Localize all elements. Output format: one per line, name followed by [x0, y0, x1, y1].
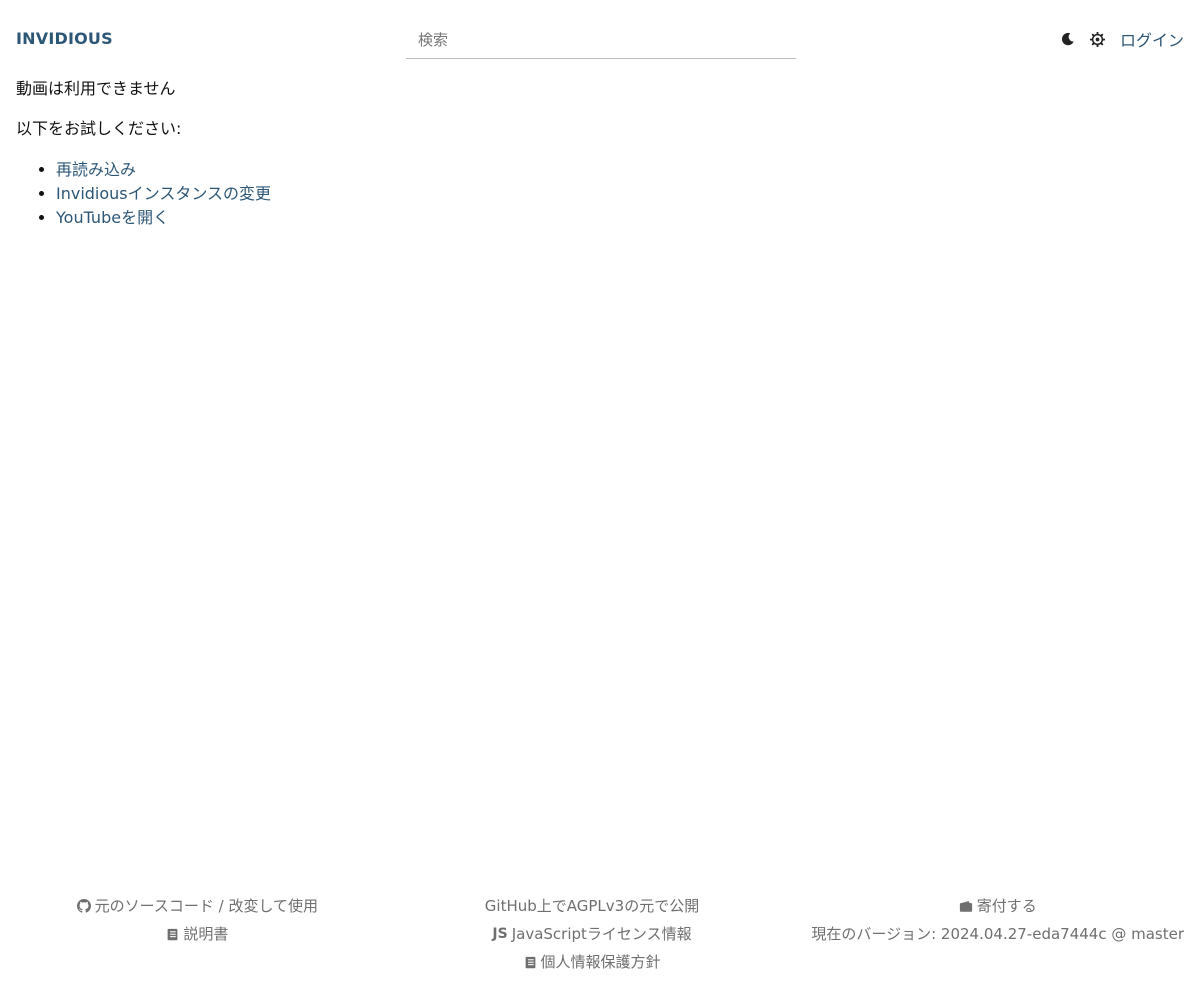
github-icon: [76, 899, 91, 913]
book-icon: [524, 956, 537, 969]
gear-icon[interactable]: [1090, 31, 1106, 47]
main-content: 動画は利用できません 以下をお試しください: 再読み込み Invidiousイン…: [16, 78, 1184, 230]
version-text: 現在のバージョン: 2024.04.27-eda7444c @ master: [811, 925, 1185, 943]
footer-center: GitHub上でAGPLv3の元で公開 JS JavaScriptライセンス情報…: [395, 892, 790, 976]
js-license-link[interactable]: JavaScriptライセンス情報: [512, 920, 692, 948]
open-youtube-link[interactable]: YouTubeを開く: [56, 208, 169, 227]
logo-link[interactable]: INVIDIOUS: [16, 29, 113, 48]
navbar: INVIDIOUS 検索 ログイン: [0, 0, 1200, 78]
change-instance-link[interactable]: Invidiousインスタンスの変更: [56, 184, 271, 203]
list-item: YouTubeを開く: [56, 206, 1184, 230]
reload-link[interactable]: 再読み込み: [56, 160, 136, 179]
search-box: [406, 22, 796, 59]
suggestion-list: 再読み込み Invidiousインスタンスの変更 YouTubeを開く: [16, 158, 1184, 230]
documentation-link[interactable]: 説明書: [183, 920, 228, 948]
javascript-icon: JS: [492, 926, 508, 942]
footer-left: 元のソースコード / 改変して使用 説明書: [0, 892, 395, 976]
license-link[interactable]: GitHub上でAGPLv3の元で公開: [485, 892, 699, 920]
moon-icon[interactable]: [1060, 31, 1076, 47]
error-subtitle: 以下をお試しください:: [16, 119, 182, 138]
list-item: 再読み込み: [56, 158, 1184, 182]
footer-right: 寄付する 現在のバージョン: 2024.04.27-eda7444c @ mas…: [789, 892, 1200, 976]
source-code-link[interactable]: 元のソースコード / 改変して使用: [95, 892, 318, 920]
search-input[interactable]: [406, 22, 796, 58]
donate-link[interactable]: 寄付する: [977, 892, 1037, 920]
footer: 元のソースコード / 改変して使用 説明書 GitHub上でAGPLv3の元で公…: [0, 892, 1200, 976]
wallet-icon: [959, 900, 973, 913]
privacy-policy-link[interactable]: 個人情報保護方針: [541, 948, 661, 976]
error-title: 動画は利用できません: [16, 79, 176, 98]
nav-actions: ログイン: [1060, 28, 1184, 50]
login-link[interactable]: ログイン: [1120, 27, 1184, 51]
book-icon: [166, 928, 179, 941]
list-item: Invidiousインスタンスの変更: [56, 182, 1184, 206]
